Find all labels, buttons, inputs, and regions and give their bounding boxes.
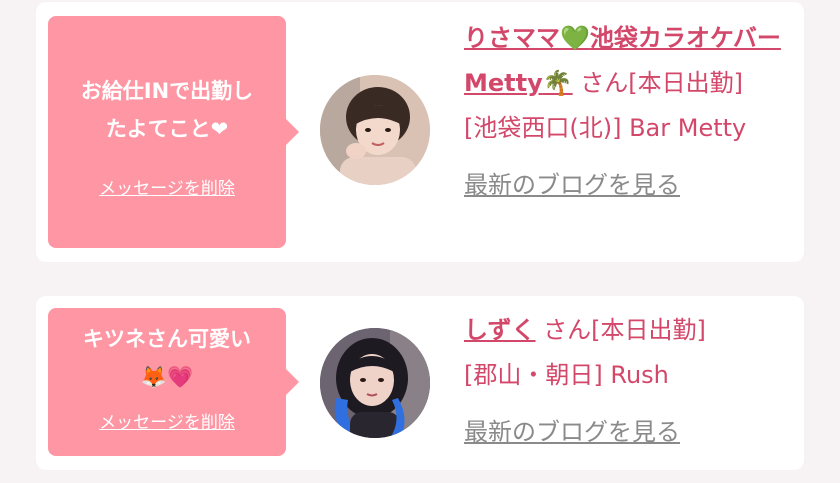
latest-blog-link[interactable]: 最新のブログを見る xyxy=(464,410,680,455)
message-text: お給仕INで出勤し たよてこと❤ xyxy=(48,72,286,148)
avatar-photo xyxy=(320,328,430,438)
message-card: キツネさん可愛い 🦊💗 メッセージを削除 しずく さん[本日出勤] [郡山・朝日… xyxy=(36,296,804,470)
cast-location: [郡山・朝日] Rush xyxy=(464,361,669,389)
message-card: お給仕INで出勤し たよてこと❤ メッセージを削除 りさママ💚池袋カラオケバーM… xyxy=(36,2,804,262)
avatar[interactable] xyxy=(320,328,430,438)
cast-name-part-1: りさママ xyxy=(464,24,560,52)
message-line-1: お給仕INで出勤し xyxy=(80,79,254,103)
message-line-2: たよてこと❤ xyxy=(105,117,229,141)
delete-message-link[interactable]: メッセージを削除 xyxy=(99,408,235,433)
green-heart-icon: 💚 xyxy=(560,24,590,52)
cast-location: [池袋西口(北)] Bar Metty xyxy=(464,114,747,142)
message-bubble: お給仕INで出勤し たよてこと❤ メッセージを削除 xyxy=(48,16,299,248)
palm-tree-icon: 🌴 xyxy=(542,69,573,97)
cast-status: さん[本日出勤] xyxy=(543,316,706,344)
cast-name-link[interactable]: しずく xyxy=(464,316,536,344)
message-text: キツネさん可愛い 🦊💗 xyxy=(48,320,286,396)
latest-blog-link[interactable]: 最新のブログを見る xyxy=(464,163,680,208)
avatar[interactable] xyxy=(320,75,430,185)
message-line-1: キツネさん可愛い xyxy=(83,327,251,351)
avatar-photo xyxy=(320,75,430,185)
cast-info: しずく さん[本日出勤] [郡山・朝日] Rush 最新のブログを見る xyxy=(464,308,794,455)
cast-status: さん[本日出勤] xyxy=(580,69,744,97)
message-bubble: キツネさん可愛い 🦊💗 メッセージを削除 xyxy=(48,308,299,456)
cast-info: りさママ💚池袋カラオケバーMetty🌴 さん[本日出勤] [池袋西口(北)] B… xyxy=(464,16,794,208)
delete-message-link[interactable]: メッセージを削除 xyxy=(99,174,235,199)
message-line-2: 🦊💗 xyxy=(140,365,194,389)
